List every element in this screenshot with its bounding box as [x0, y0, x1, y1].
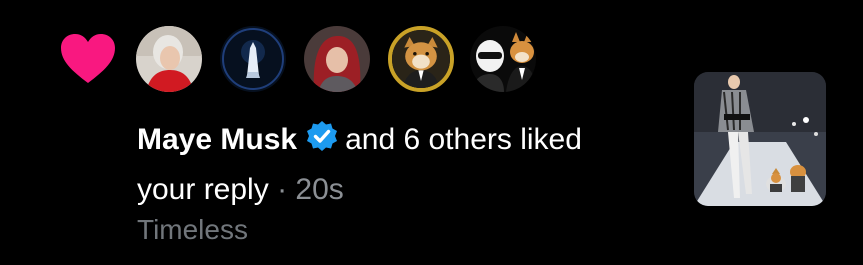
- action-text: and 6 others liked: [345, 123, 582, 156]
- timestamp: 20s: [295, 173, 344, 206]
- avatar[interactable]: [136, 26, 202, 92]
- avatar[interactable]: [388, 26, 454, 92]
- post-thumbnail-image[interactable]: [694, 72, 826, 206]
- notification-object-line: your reply · 20s: [137, 168, 657, 212]
- verified-badge-icon: [305, 120, 339, 154]
- avatar[interactable]: [304, 26, 370, 92]
- notification-text: Maye Musk and 6 others liked your reply ·…: [137, 120, 657, 248]
- heart-icon: [60, 33, 116, 85]
- notification-summary: Maye Musk and 6 others liked: [137, 120, 657, 160]
- object-text: your reply: [137, 173, 269, 206]
- post-snippet: Timeless: [137, 214, 248, 245]
- separator: ·: [277, 173, 288, 206]
- like-notification[interactable]: Maye Musk and 6 others liked your reply ·…: [0, 0, 863, 265]
- avatar[interactable]: [220, 26, 286, 92]
- avatar[interactable]: [470, 26, 536, 92]
- actor-name[interactable]: Maye Musk: [137, 123, 297, 156]
